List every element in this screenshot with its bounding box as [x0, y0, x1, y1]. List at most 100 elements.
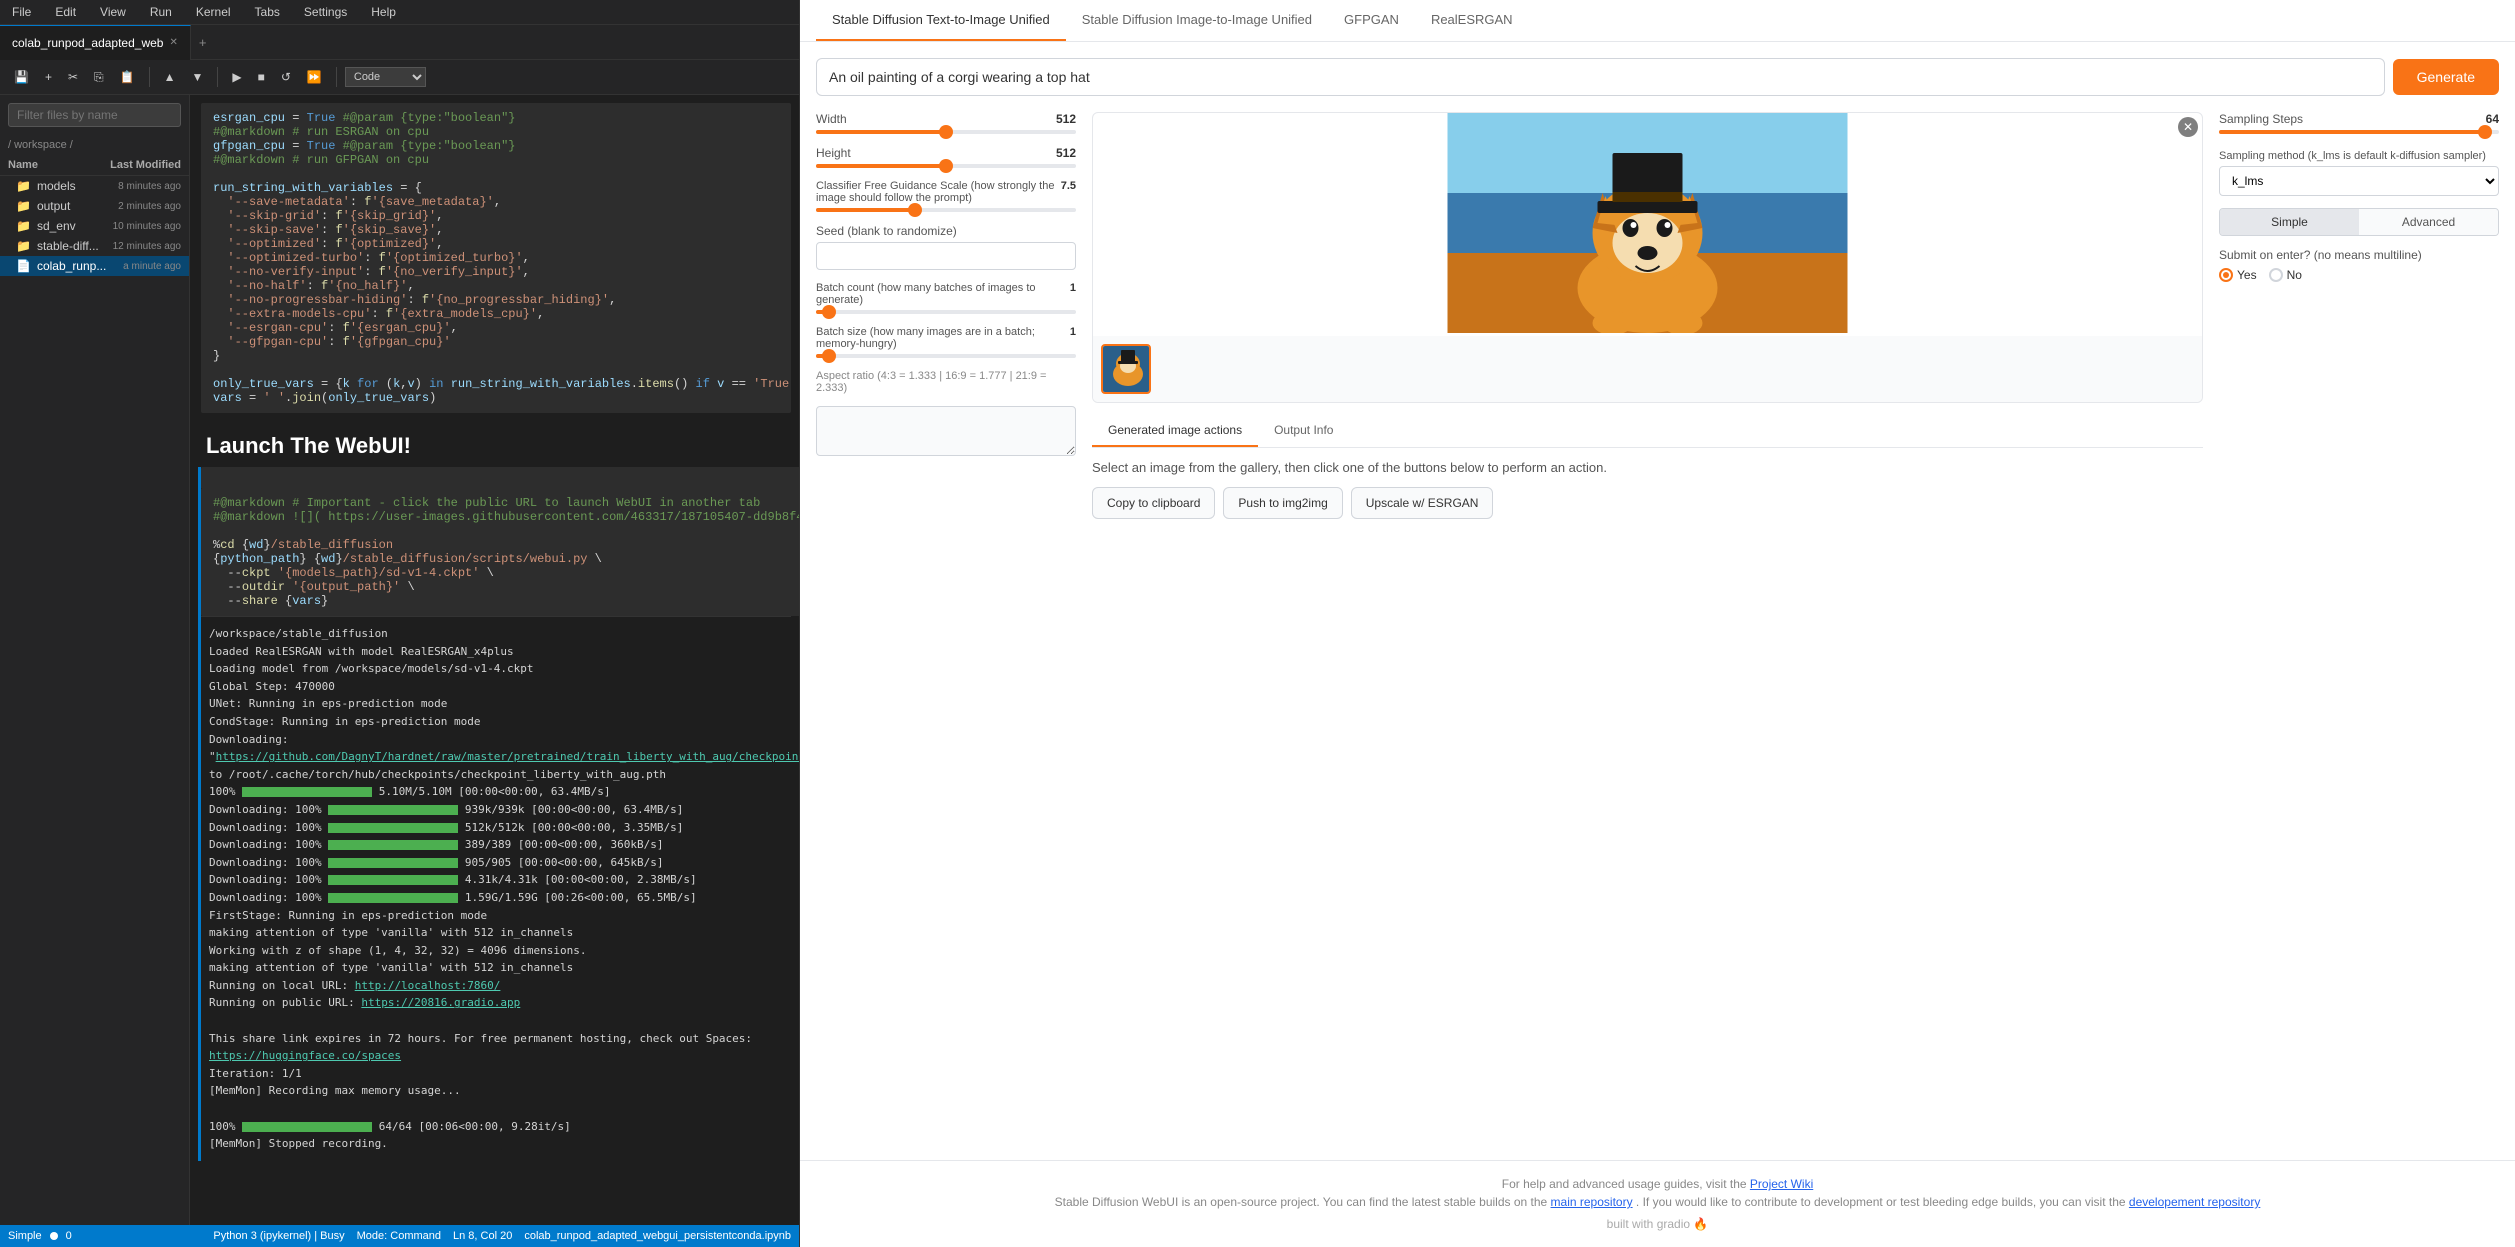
- width-label: Width 512: [816, 112, 1076, 126]
- menu-kernel[interactable]: Kernel: [192, 3, 235, 21]
- tab-gfpgan[interactable]: GFPGAN: [1328, 0, 1415, 41]
- seed-input[interactable]: [816, 242, 1076, 270]
- sampling-slider-track: [2219, 130, 2499, 134]
- extra-input[interactable]: [816, 406, 1076, 456]
- sampling-steps-label: Sampling Steps 64: [2219, 112, 2499, 126]
- file-name-2: output: [37, 199, 112, 213]
- seed-param: Seed (blank to randomize): [816, 224, 1076, 270]
- cfg-slider-fill: [816, 208, 915, 212]
- tab-close-icon[interactable]: ✕: [169, 37, 177, 48]
- menu-file[interactable]: File: [8, 3, 35, 21]
- sampling-slider-thumb[interactable]: [2478, 125, 2492, 139]
- tab-img2img[interactable]: Stable Diffusion Image-to-Image Unified: [1066, 0, 1328, 41]
- status-left: Simple 0: [8, 1230, 72, 1242]
- toolbar-separator-2: [217, 67, 218, 87]
- move-up-button[interactable]: ▲: [158, 66, 182, 88]
- cfg-slider-thumb[interactable]: [908, 203, 922, 217]
- add-cell-button[interactable]: +: [39, 66, 58, 88]
- menu-tabs[interactable]: Tabs: [251, 3, 284, 21]
- thumbnail-1[interactable]: [1101, 344, 1151, 394]
- menu-view[interactable]: View: [96, 3, 130, 21]
- batch-count-track: [816, 310, 1076, 314]
- sampling-steps-value: 64: [2486, 112, 2499, 126]
- submit-on-enter-label: Submit on enter? (no means multiline): [2219, 248, 2499, 262]
- prompt-row: Generate: [816, 58, 2499, 96]
- add-tab-button[interactable]: +: [191, 35, 215, 50]
- file-search-input[interactable]: [8, 103, 181, 127]
- batch-count-thumb[interactable]: [822, 305, 836, 319]
- run-button[interactable]: ▶: [226, 66, 247, 88]
- command-mode: Mode: Command: [357, 1230, 441, 1242]
- file-item-stablediff[interactable]: 📁 stable-diff... 12 minutes ago: [0, 236, 189, 256]
- height-value: 512: [1056, 146, 1076, 160]
- batch-count-label: Batch count (how many batches of images …: [816, 282, 1076, 306]
- yes-radio[interactable]: Yes: [2219, 268, 2257, 282]
- width-value: 512: [1056, 112, 1076, 126]
- breadcrumb-text: / workspace /: [8, 139, 73, 151]
- submit-on-enter-radio: Yes No: [2219, 268, 2499, 282]
- copy-cell-button[interactable]: ⎘: [88, 66, 110, 89]
- height-label: Height 512: [816, 146, 1076, 160]
- file-item-sdenv[interactable]: 📁 sd_env 10 minutes ago: [0, 216, 189, 236]
- menu-run[interactable]: Run: [146, 3, 176, 21]
- height-slider-thumb[interactable]: [939, 159, 953, 173]
- save-button[interactable]: 💾: [8, 66, 35, 88]
- cell-type-select[interactable]: Code Markdown: [345, 67, 426, 87]
- simple-advanced-toggle: Simple Advanced: [2219, 208, 2499, 236]
- paste-cell-button[interactable]: 📋: [114, 66, 141, 88]
- sampling-method-select[interactable]: k_lms k_euler k_euler_a k_dpm_2 ddim: [2219, 166, 2499, 196]
- extra-textarea: [816, 406, 1076, 459]
- advanced-button[interactable]: Advanced: [2359, 209, 2498, 235]
- restart-run-button[interactable]: ⏩: [301, 66, 328, 88]
- tab-txt2img[interactable]: Stable Diffusion Text-to-Image Unified: [816, 0, 1066, 41]
- copy-to-clipboard-button[interactable]: Copy to clipboard: [1092, 487, 1215, 519]
- footer-help: For help and advanced usage guides, visi…: [816, 1177, 2499, 1191]
- cut-cell-button[interactable]: ✂: [62, 66, 84, 88]
- file-name-5: colab_runp...: [37, 259, 117, 273]
- width-slider-thumb[interactable]: [939, 125, 953, 139]
- sampling-steps-section: Sampling Steps 64: [2219, 112, 2499, 134]
- footer-desc: Stable Diffusion WebUI is an open-source…: [816, 1195, 2499, 1209]
- project-wiki-link[interactable]: Project Wiki: [1750, 1177, 1813, 1191]
- notebook-toolbar: 💾 + ✂ ⎘ 📋 ▲ ▼ ▶ ■ ↺ ⏩ Code Markdown: [0, 60, 799, 95]
- action-buttons: Copy to clipboard Push to img2img Upscal…: [1092, 487, 2203, 519]
- simple-button[interactable]: Simple: [2220, 209, 2359, 235]
- footer: For help and advanced usage guides, visi…: [800, 1160, 2515, 1247]
- file-item-output[interactable]: 📁 output 2 minutes ago: [0, 196, 189, 216]
- upscale-esrgan-button[interactable]: Upscale w/ ESRGAN: [1351, 487, 1494, 519]
- batch-size-param: Batch size (how many images are in a bat…: [816, 326, 1076, 358]
- generated-image-actions-tab[interactable]: Generated image actions: [1092, 415, 1258, 447]
- dev-repo-link[interactable]: developement repository: [2129, 1195, 2260, 1209]
- file-date-3: 10 minutes ago: [113, 221, 181, 232]
- cfg-value: 7.5: [1061, 180, 1076, 204]
- width-slider-track: [816, 130, 1076, 134]
- push-to-img2img-button[interactable]: Push to img2img: [1223, 487, 1342, 519]
- file-item-models[interactable]: 📁 models 8 minutes ago: [0, 176, 189, 196]
- batch-size-thumb[interactable]: [822, 349, 836, 363]
- file-item-colab[interactable]: 📄 colab_runp... a minute ago: [0, 256, 189, 276]
- main-columns: Width 512 Height 512: [816, 112, 2499, 519]
- stop-button[interactable]: ■: [252, 66, 271, 88]
- restart-button[interactable]: ↺: [275, 66, 297, 88]
- no-radio-dot: [2269, 268, 2283, 282]
- status-bar: Simple 0 Python 3 (ipykernel) | Busy Mod…: [0, 1225, 799, 1247]
- main-repo-link[interactable]: main repository: [1551, 1195, 1633, 1209]
- gradio-body: Generate Width 512: [800, 42, 2515, 1160]
- generate-button[interactable]: Generate: [2393, 59, 2499, 95]
- move-down-button[interactable]: ▼: [185, 66, 209, 88]
- tab-realesrgan[interactable]: RealESRGAN: [1415, 0, 1529, 41]
- output-info-tab[interactable]: Output Info: [1258, 415, 1349, 447]
- cell-output: /workspace/stable_diffusion Loaded RealE…: [201, 616, 791, 1161]
- gallery-close-button[interactable]: ✕: [2178, 117, 2198, 137]
- menu-help[interactable]: Help: [367, 3, 400, 21]
- batch-size-value: 1: [1070, 326, 1076, 350]
- no-radio[interactable]: No: [2269, 268, 2302, 282]
- notebook-tab[interactable]: colab_runpod_adapted_web ✕: [0, 25, 191, 60]
- folder-icon-2: 📁: [16, 199, 31, 213]
- section-heading: Launch The WebUI!: [198, 417, 791, 467]
- menu-edit[interactable]: Edit: [51, 3, 80, 21]
- menu-settings[interactable]: Settings: [300, 3, 351, 21]
- file-list: 📁 models 8 minutes ago 📁 output 2 minute…: [0, 176, 189, 1225]
- prompt-input[interactable]: [816, 58, 2385, 96]
- file-date-2: 2 minutes ago: [118, 201, 181, 212]
